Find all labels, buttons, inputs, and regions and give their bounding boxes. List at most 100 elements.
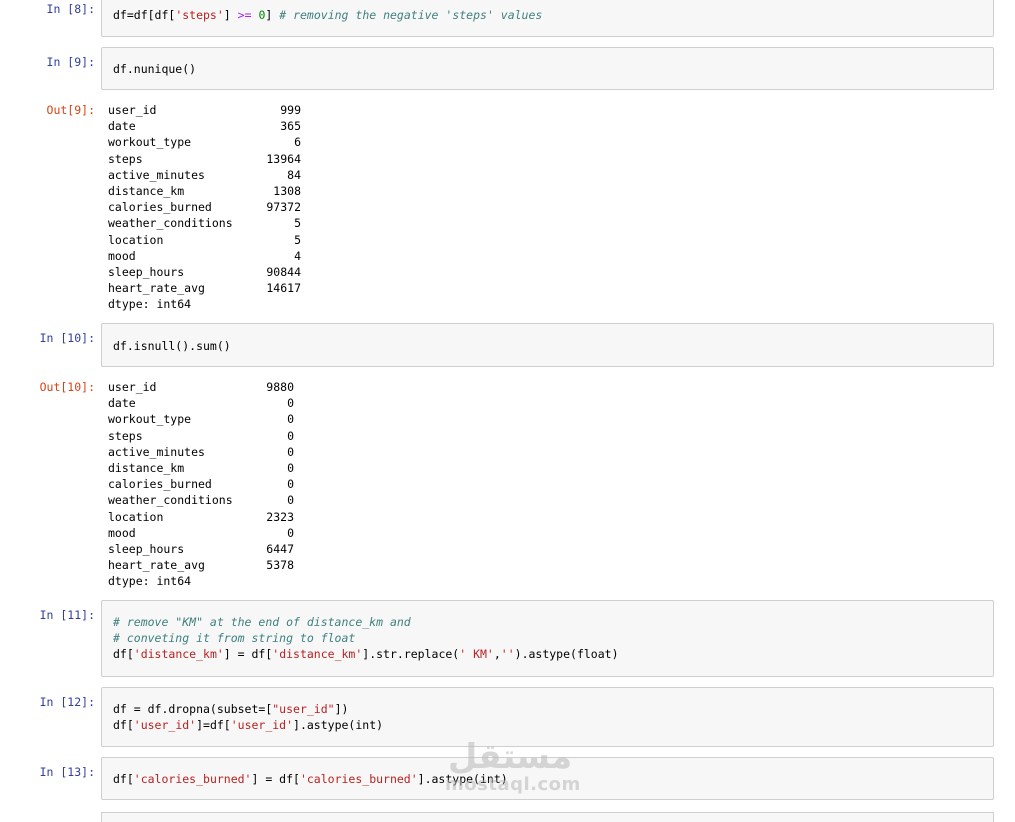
output-value: 0 (287, 525, 294, 540)
output-row: date 0 (108, 395, 294, 411)
output-key: dtype: int64 (108, 574, 192, 589)
output-value: 90844 (266, 264, 301, 279)
code-line: df.nunique() (113, 62, 197, 76)
output-row: active_minutes 84 (108, 167, 301, 183)
watermark-arabic: مستقل (447, 737, 573, 777)
output-key: user_id (108, 380, 157, 394)
code-cell-11[interactable]: # remove "KM" at the end of distance_km … (101, 600, 994, 677)
output-key: weather_conditions (108, 493, 233, 508)
output-prompt-9: Out[9]: (46, 103, 95, 117)
output-nunique: user_id 999 date 365 workout_type 6 steps 13964… (108, 102, 301, 312)
output-row: mood 0 (108, 525, 294, 541)
code-line: df = df.dropna(subset=["user_id"]) (113, 702, 349, 716)
input-prompt-13: In [13]: (39, 765, 95, 779)
output-key: steps (108, 151, 143, 166)
output-value: 0 (287, 493, 294, 508)
output-key: active_minutes (108, 444, 205, 459)
code-comment: # remove "KM" at the end of distance_km … (113, 615, 411, 629)
output-value: 0 (287, 396, 294, 411)
output-prompt-10: Out[10]: (39, 380, 95, 394)
output-row: weather_conditions 5 (108, 215, 301, 231)
output-value: 1308 (273, 183, 301, 198)
code-line: df['user_id']=df['user_id'].astype(int) (113, 718, 384, 732)
output-key: heart_rate_avg (108, 558, 205, 573)
output-row: workout_type 6 (108, 134, 301, 150)
code-cell-9[interactable]: df.nunique() (101, 47, 994, 90)
output-row: sleep_hours 6447 (108, 541, 294, 557)
output-row: user_id 999 (108, 102, 301, 118)
output-value: 0 (287, 428, 294, 443)
output-value: 0 (287, 444, 294, 459)
output-row: active_minutes 0 (108, 444, 294, 460)
output-key: sleep_hours (108, 264, 185, 279)
output-value: 0 (287, 460, 294, 475)
output-row: workout_type 0 (108, 411, 294, 427)
output-key: dtype: int64 (108, 297, 192, 312)
output-key: steps (108, 428, 143, 443)
output-row: steps 13964 (108, 151, 301, 167)
output-key: distance_km (108, 460, 185, 475)
output-key: location (108, 232, 164, 247)
output-value: 365 (280, 119, 301, 134)
output-value: 0 (287, 477, 294, 492)
output-value: 9880 (266, 380, 294, 394)
output-value: 84 (287, 167, 301, 182)
code-line: df['distance_km'] = df['distance_km'].st… (113, 647, 619, 661)
code-line: df=df[df['steps'] >= 0] # removing the n… (113, 8, 543, 22)
output-key: user_id (108, 103, 157, 117)
output-key: calories_burned (108, 200, 212, 215)
output-row: dtype: int64 (108, 296, 301, 312)
output-value: 2323 (266, 509, 294, 524)
output-value: 4 (294, 248, 301, 263)
output-key: mood (108, 248, 136, 263)
output-row: steps 0 (108, 428, 294, 444)
output-row: distance_km 1308 (108, 183, 301, 199)
output-key: calories_burned (108, 477, 212, 492)
output-row: heart_rate_avg 5378 (108, 557, 294, 573)
output-key: mood (108, 525, 136, 540)
output-key: weather_conditions (108, 216, 233, 231)
output-value: 6 (294, 135, 301, 150)
code-comment: # conveting it from string to float (113, 631, 356, 645)
code-cell-10[interactable]: df.isnull().sum() (101, 323, 994, 367)
output-key: location (108, 509, 164, 524)
output-key: sleep_hours (108, 541, 185, 556)
output-key: workout_type (108, 135, 192, 150)
input-prompt-8: In [8]: (46, 2, 95, 16)
output-value: 5 (294, 232, 301, 247)
output-value: 13964 (266, 151, 301, 166)
output-key: date (108, 119, 136, 134)
output-row: location 5 (108, 232, 301, 248)
input-prompt-10: In [10]: (39, 331, 95, 345)
output-key: distance_km (108, 183, 185, 198)
output-value: 5 (294, 216, 301, 231)
code-cell-8[interactable]: df=df[df['steps'] >= 0] # removing the n… (101, 0, 994, 37)
input-prompt-11: In [11]: (39, 608, 95, 622)
output-key: workout_type (108, 412, 192, 427)
output-row: weather_conditions 0 (108, 492, 294, 508)
watermark-latin: mostaql.com (445, 774, 581, 795)
output-row: dtype: int64 (108, 573, 294, 589)
output-key: heart_rate_avg (108, 281, 205, 296)
output-value: 0 (287, 412, 294, 427)
output-row: calories_burned 97372 (108, 199, 301, 215)
output-row: calories_burned 0 (108, 476, 294, 492)
output-row: location 2323 (108, 509, 294, 525)
output-value: 999 (280, 103, 301, 117)
output-value: 97372 (266, 200, 301, 215)
output-key: date (108, 396, 136, 411)
code-line: df.isnull().sum() (113, 339, 231, 353)
output-isnull: user_id 9880 date 0 workout_type 0 steps 0 activ… (108, 379, 294, 589)
output-row: distance_km 0 (108, 460, 294, 476)
input-prompt-9: In [9]: (46, 55, 95, 69)
output-value: 5378 (266, 558, 294, 573)
output-value: 6447 (266, 541, 294, 556)
mostaql-watermark: مستقل mostaql.com (445, 737, 581, 800)
output-row: date 365 (108, 118, 301, 134)
output-row: heart_rate_avg 14617 (108, 280, 301, 296)
output-row: sleep_hours 90844 (108, 264, 301, 280)
output-row: mood 4 (108, 248, 301, 264)
next-code-cell[interactable] (101, 812, 994, 822)
output-row: user_id 9880 (108, 379, 294, 395)
input-prompt-12: In [12]: (39, 695, 95, 709)
